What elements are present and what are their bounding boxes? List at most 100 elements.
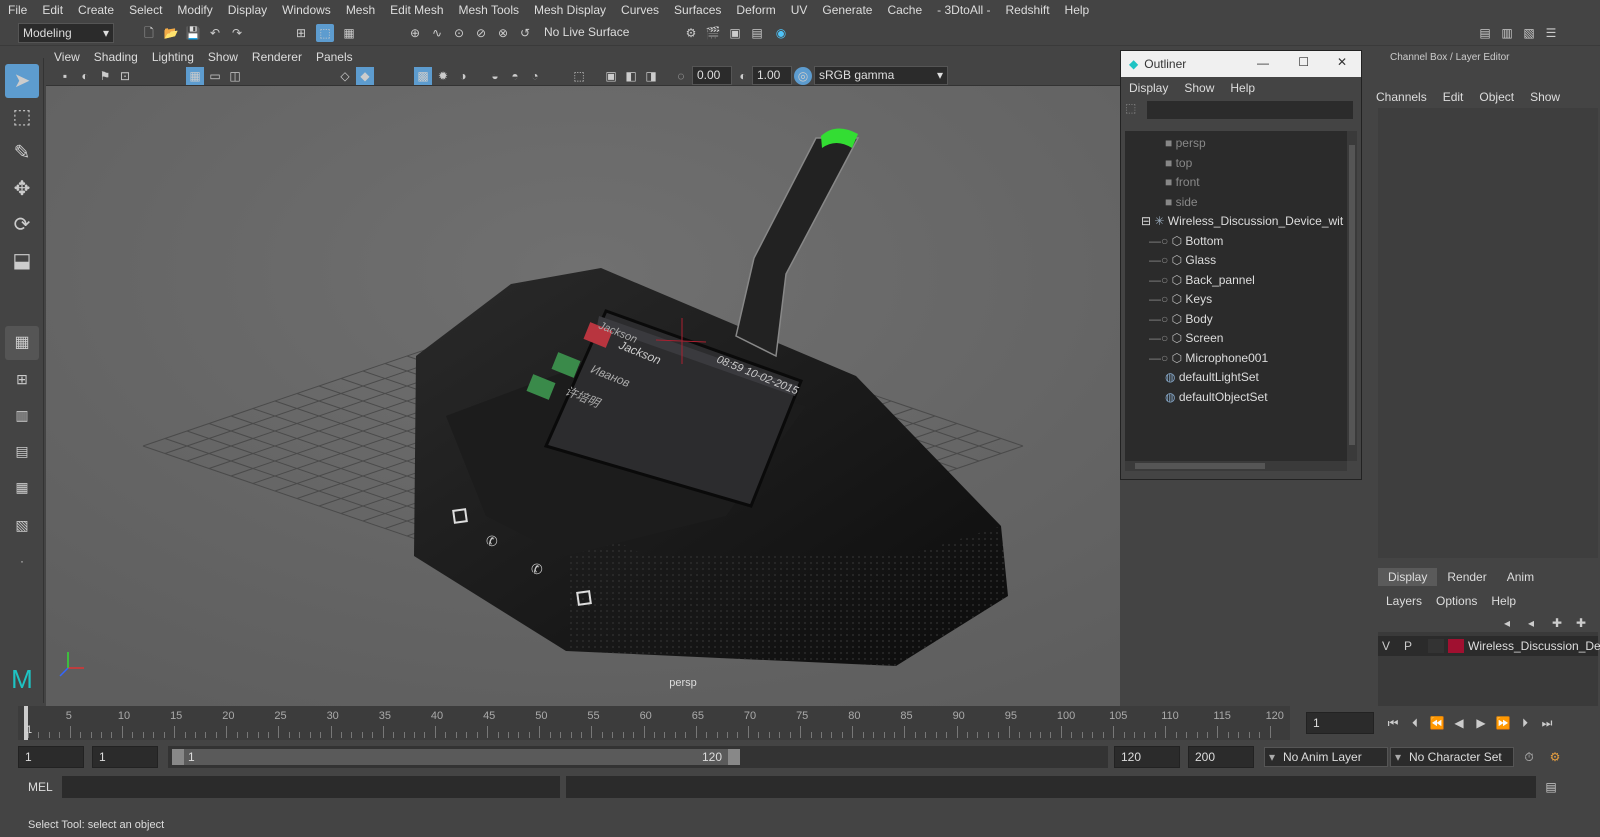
go-to-end-icon[interactable]: ⏭ <box>1538 714 1556 732</box>
menu-item[interactable]: Redshift <box>1006 3 1050 17</box>
outliner-mesh-row[interactable]: —○ ⬡ Back_pannel <box>1149 270 1255 290</box>
layer-row[interactable]: V P Wireless_Discussion_Dev <box>1378 636 1600 656</box>
viewport-menu-item[interactable]: Shading <box>94 50 138 64</box>
go-to-start-icon[interactable]: ⏮ <box>1384 714 1402 732</box>
layer-menu-item[interactable]: Options <box>1436 594 1477 608</box>
exposure-icon[interactable]: ◌ <box>672 67 690 85</box>
step-forward-frame-icon[interactable]: ⏵ <box>1516 714 1534 732</box>
textured-icon[interactable]: ▩ <box>414 67 432 85</box>
lasso-tool-icon[interactable]: ⬚ <box>5 100 39 134</box>
render-settings-icon[interactable]: ⚙ <box>682 24 700 42</box>
new-layer-icon[interactable]: ✚ <box>1548 614 1566 632</box>
color-management-icon[interactable]: ◎ <box>794 67 812 85</box>
outliner-mesh-row[interactable]: —○ ⬡ Glass <box>1149 250 1216 270</box>
ipr-render-icon[interactable]: ▣ <box>726 24 744 42</box>
mel-input[interactable] <box>62 776 560 798</box>
range-end-grip[interactable] <box>728 749 740 765</box>
menu-item[interactable]: Mesh Tools <box>459 3 519 17</box>
isolate-select-icon[interactable]: ⬚ <box>570 67 588 85</box>
menu-item[interactable]: Mesh <box>346 3 375 17</box>
collapse-icon[interactable]: ⊟ <box>1141 214 1154 228</box>
channel-box-menu-item[interactable]: Channels <box>1376 90 1427 104</box>
gamma-field[interactable]: 1.00 <box>752 66 792 85</box>
outliner-mesh-row[interactable]: —○ ⬡ Microphone001 <box>1149 348 1268 368</box>
character-set-select[interactable]: ▾ No Character Set <box>1390 747 1514 767</box>
render-frame-icon[interactable]: 🎬 <box>704 24 722 42</box>
rotate-tool-icon[interactable]: ⟳ <box>5 208 39 242</box>
current-frame-field[interactable]: 1 <box>1306 712 1374 734</box>
film-gate-icon[interactable]: ▭ <box>206 67 224 85</box>
antialias-icon[interactable]: ◨ <box>642 67 660 85</box>
shadows-icon[interactable]: ◑ <box>454 67 472 85</box>
xray-joints-icon[interactable]: ◓ <box>506 67 524 85</box>
ssao-icon[interactable]: ▣ <box>602 67 620 85</box>
mode-select[interactable]: Modeling ▾ <box>18 23 114 43</box>
menu-item[interactable]: Select <box>129 3 162 17</box>
open-scene-icon[interactable]: 📂 <box>162 24 180 42</box>
channel-box-menu-item[interactable]: Edit <box>1443 90 1464 104</box>
layer-menu-item[interactable]: Help <box>1491 594 1516 608</box>
snap-point-icon[interactable]: ⊙ <box>450 24 468 42</box>
select-component-icon[interactable]: ▦ <box>340 24 358 42</box>
time-slider[interactable]: 1 5 10 15 20 25 30 35 40 45 50 55 60 65 70 75 80 85 90 95 1… <box>0 706 1600 742</box>
step-forward-key-icon[interactable]: ⏩ <box>1494 714 1512 732</box>
outliner-menu-item[interactable]: Show <box>1184 81 1214 95</box>
viewport-menu-item[interactable]: Renderer <box>252 50 302 64</box>
more-layouts-icon[interactable]: · <box>5 544 39 578</box>
redo-icon[interactable]: ↷ <box>228 24 246 42</box>
outliner-mesh-row[interactable]: —○ ⬡ Screen <box>1149 328 1223 348</box>
layer-playback-toggle[interactable]: P <box>1404 639 1412 653</box>
new-scene-icon[interactable]: 🗋 <box>140 24 158 42</box>
channel-box-icon[interactable]: ☰ <box>1542 24 1560 42</box>
bookmark-icon[interactable]: ⚑ <box>96 67 114 85</box>
colorspace-select[interactable]: sRGB gamma ▾ <box>814 66 948 85</box>
menu-item[interactable]: Curves <box>621 3 659 17</box>
close-icon[interactable]: ✕ <box>1337 55 1347 69</box>
layer-color-swatch[interactable] <box>1448 639 1464 653</box>
lights-icon[interactable]: ✹ <box>434 67 452 85</box>
layer-editor-tab[interactable]: Display <box>1378 568 1438 586</box>
preferences-icon[interactable]: ⚙ <box>1546 748 1564 766</box>
image-plane-icon[interactable]: ⊡ <box>116 67 134 85</box>
single-view-icon[interactable]: ▦ <box>5 326 39 360</box>
side-by-side-icon[interactable]: ▥ <box>5 398 39 432</box>
motion-blur-icon[interactable]: ◧ <box>622 67 640 85</box>
attribute-editor-icon[interactable]: ▥ <box>1498 24 1516 42</box>
channel-box-menu-item[interactable]: Show <box>1530 90 1560 104</box>
outliner-set-row[interactable]: ◍ defaultLightSet <box>1165 367 1259 387</box>
move-layer-down-icon[interactable]: ◂ <box>1522 614 1540 632</box>
snap-curve-icon[interactable]: ∿ <box>428 24 446 42</box>
new-layer-from-selection-icon[interactable]: ✚ <box>1572 614 1590 632</box>
grid-icon[interactable]: ▦ <box>186 67 204 85</box>
select-object-icon[interactable]: ⬚ <box>316 24 334 42</box>
animation-end-field[interactable]: 200 <box>1188 746 1254 768</box>
hypershade-layout-icon[interactable]: ▧ <box>5 508 39 542</box>
menu-item[interactable]: - 3DtoAll - <box>937 3 990 17</box>
auto-key-icon[interactable]: ⏱ <box>1520 748 1538 766</box>
perspective-viewport[interactable]: ✆ ✆ Jackson Jackson Иванов 许培明 08:59 10-… <box>46 86 1120 706</box>
snap-grid-icon[interactable]: ⊕ <box>406 24 424 42</box>
move-tool-icon[interactable]: ✥ <box>5 172 39 206</box>
outliner-mesh-row[interactable]: —○ ⬡ Keys <box>1149 289 1212 309</box>
script-editor-icon[interactable]: ▤ <box>1542 778 1560 796</box>
menu-item[interactable]: Mesh Display <box>534 3 606 17</box>
step-back-key-icon[interactable]: ⏪ <box>1428 714 1446 732</box>
playback-start-field[interactable]: 1 <box>92 746 158 768</box>
outliner-camera-row[interactable]: ■ persp <box>1165 133 1206 153</box>
animation-start-field[interactable]: 1 <box>18 746 84 768</box>
outliner-camera-row[interactable]: ■ side <box>1165 192 1198 212</box>
layer-visibility-toggle[interactable]: V <box>1382 639 1390 653</box>
exposure-field[interactable]: 0.00 <box>692 66 732 85</box>
viewport-menu-item[interactable]: Panels <box>316 50 353 64</box>
play-backward-icon[interactable]: ◀ <box>1450 714 1468 732</box>
menu-item[interactable]: Modify <box>177 3 212 17</box>
viewport-menu-item[interactable]: Lighting <box>152 50 194 64</box>
menu-item[interactable]: Edit Mesh <box>390 3 443 17</box>
camera-attributes-icon[interactable]: ◐ <box>76 67 94 85</box>
viewport-menu-item[interactable]: Show <box>208 50 238 64</box>
layer-type-toggle[interactable] <box>1428 639 1444 653</box>
xray-icon[interactable]: ◒ <box>486 67 504 85</box>
menu-item[interactable]: Windows <box>282 3 331 17</box>
render-view-icon[interactable]: ▤ <box>748 24 766 42</box>
time-ruler[interactable]: 1 5 10 15 20 25 30 35 40 45 50 55 60 65 70 75 80 85 90 95 1… <box>18 706 1290 740</box>
